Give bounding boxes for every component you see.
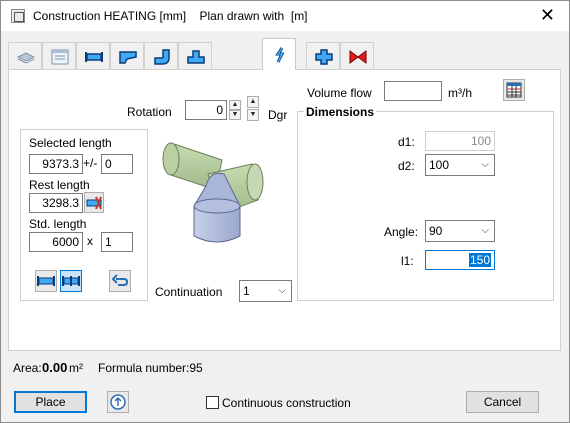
formula-number: Formula number:95: [98, 361, 203, 375]
tab-valve[interactable]: [340, 42, 374, 70]
cross-icon: [315, 49, 333, 65]
angle-select[interactable]: 90 ⌵: [425, 220, 495, 242]
undo-button[interactable]: [109, 270, 131, 292]
construction-dialog: Construction HEATING [mm] Plan drawn wit…: [0, 0, 570, 423]
table-icon: [506, 82, 522, 98]
tolerance-input[interactable]: 0: [101, 154, 133, 174]
title-bar: Construction HEATING [mm] Plan drawn wit…: [1, 1, 569, 31]
continuation-label: Continuation: [155, 285, 223, 299]
volume-flow-input[interactable]: [384, 81, 442, 101]
chevron-down-icon: ⌵: [481, 225, 489, 236]
chevron-down-icon: ⌵: [481, 159, 489, 170]
lengths-group: Selected length 9373.3 +/- 0 Rest length…: [20, 129, 148, 301]
length-mode-double-button[interactable]: [60, 270, 82, 292]
l1-value: 150: [468, 253, 491, 267]
volume-flow-unit: m³/h: [448, 86, 472, 100]
rotation-unit: Dgr: [268, 108, 288, 122]
angle-label: Angle:: [384, 225, 419, 239]
layer-icon: [17, 52, 35, 64]
branch-settings-panel: Rotation 0 ▲ ▼ ▲ ▼ Dgr Volume flow m³/h …: [8, 69, 561, 351]
branch-icon: [275, 47, 285, 63]
continuous-construction-checkbox[interactable]: [206, 396, 219, 409]
tab-branch[interactable]: [262, 38, 296, 70]
continuous-construction-label: Continuous construction: [222, 396, 351, 410]
selected-length-label: Selected length: [29, 136, 112, 150]
area-unit: m²: [69, 361, 83, 375]
calculator-button[interactable]: [503, 79, 525, 101]
close-icon[interactable]: ✕: [540, 5, 555, 25]
tab-tee[interactable]: [178, 42, 212, 70]
rest-length-input[interactable]: 3298.3: [29, 193, 83, 213]
std-length-input[interactable]: 6000: [29, 232, 83, 252]
d1-label: d1:: [398, 135, 415, 149]
l1-input[interactable]: 150: [425, 250, 495, 270]
tee-icon: [187, 50, 205, 64]
rest-length-label: Rest length: [29, 178, 90, 192]
area-value: 0.00: [42, 360, 68, 375]
times-label: x: [87, 234, 93, 248]
std-length-label: Std. length: [29, 217, 87, 231]
tab-bend[interactable]: [110, 42, 144, 70]
volume-flow-label: Volume flow: [307, 86, 372, 100]
length-mode-single-button[interactable]: [35, 270, 57, 292]
cancel-button[interactable]: Cancel: [466, 391, 539, 413]
selected-length-input[interactable]: 9373.3: [29, 154, 83, 174]
rotation-down-button[interactable]: ▼: [229, 110, 241, 120]
window-title: Construction HEATING [mm] Plan drawn wit…: [33, 9, 308, 23]
dimensions-title: Dimensions: [304, 105, 377, 119]
info-button[interactable]: [107, 391, 129, 413]
std-count-input[interactable]: 1: [101, 232, 133, 252]
place-button[interactable]: Place: [14, 391, 87, 413]
continuation-select[interactable]: 1 ⌵: [239, 280, 292, 302]
area-label: Area:: [13, 361, 42, 375]
tab-cross[interactable]: [306, 42, 340, 70]
l1-label: l1:: [401, 254, 414, 268]
valve-icon: [349, 50, 367, 64]
rotation-step-up-button[interactable]: ▲: [247, 96, 259, 108]
use-rest-length-button[interactable]: [84, 192, 104, 213]
rest-length-icon: [86, 196, 102, 210]
duct-length-icon: [37, 276, 55, 286]
tab-elbow[interactable]: [144, 42, 178, 70]
continuation-value: 1: [243, 284, 250, 298]
rotation-step-down-button[interactable]: ▼: [247, 109, 259, 121]
undo-icon: [111, 274, 129, 286]
branch-preview-image: [162, 142, 264, 243]
rotation-up-button[interactable]: ▲: [229, 100, 241, 110]
bend-icon: [119, 51, 137, 64]
dimensions-group: Dimensions d1: 100 d2: 100 ⌵ Angle: 90 ⌵…: [297, 105, 554, 301]
rotation-label: Rotation: [127, 105, 172, 119]
up-arrow-circle-icon: [110, 394, 126, 410]
app-icon: [11, 9, 25, 23]
rotation-input[interactable]: 0: [185, 100, 227, 120]
straight-duct-icon: [85, 52, 103, 62]
d2-label: d2:: [398, 159, 415, 173]
chevron-down-icon: ⌵: [278, 285, 286, 296]
d1-input: 100: [425, 131, 495, 151]
properties-icon: [51, 49, 69, 65]
tab-layer[interactable]: [8, 42, 42, 70]
angle-value: 90: [429, 224, 443, 238]
tab-properties[interactable]: [42, 42, 76, 70]
duct-segments-icon: [62, 276, 80, 286]
d2-value: 100: [429, 158, 450, 172]
plus-minus-label: +/-: [83, 156, 98, 170]
elbow-icon: [154, 49, 170, 65]
d2-select[interactable]: 100 ⌵: [425, 154, 495, 176]
tab-straight-duct[interactable]: [76, 42, 110, 70]
